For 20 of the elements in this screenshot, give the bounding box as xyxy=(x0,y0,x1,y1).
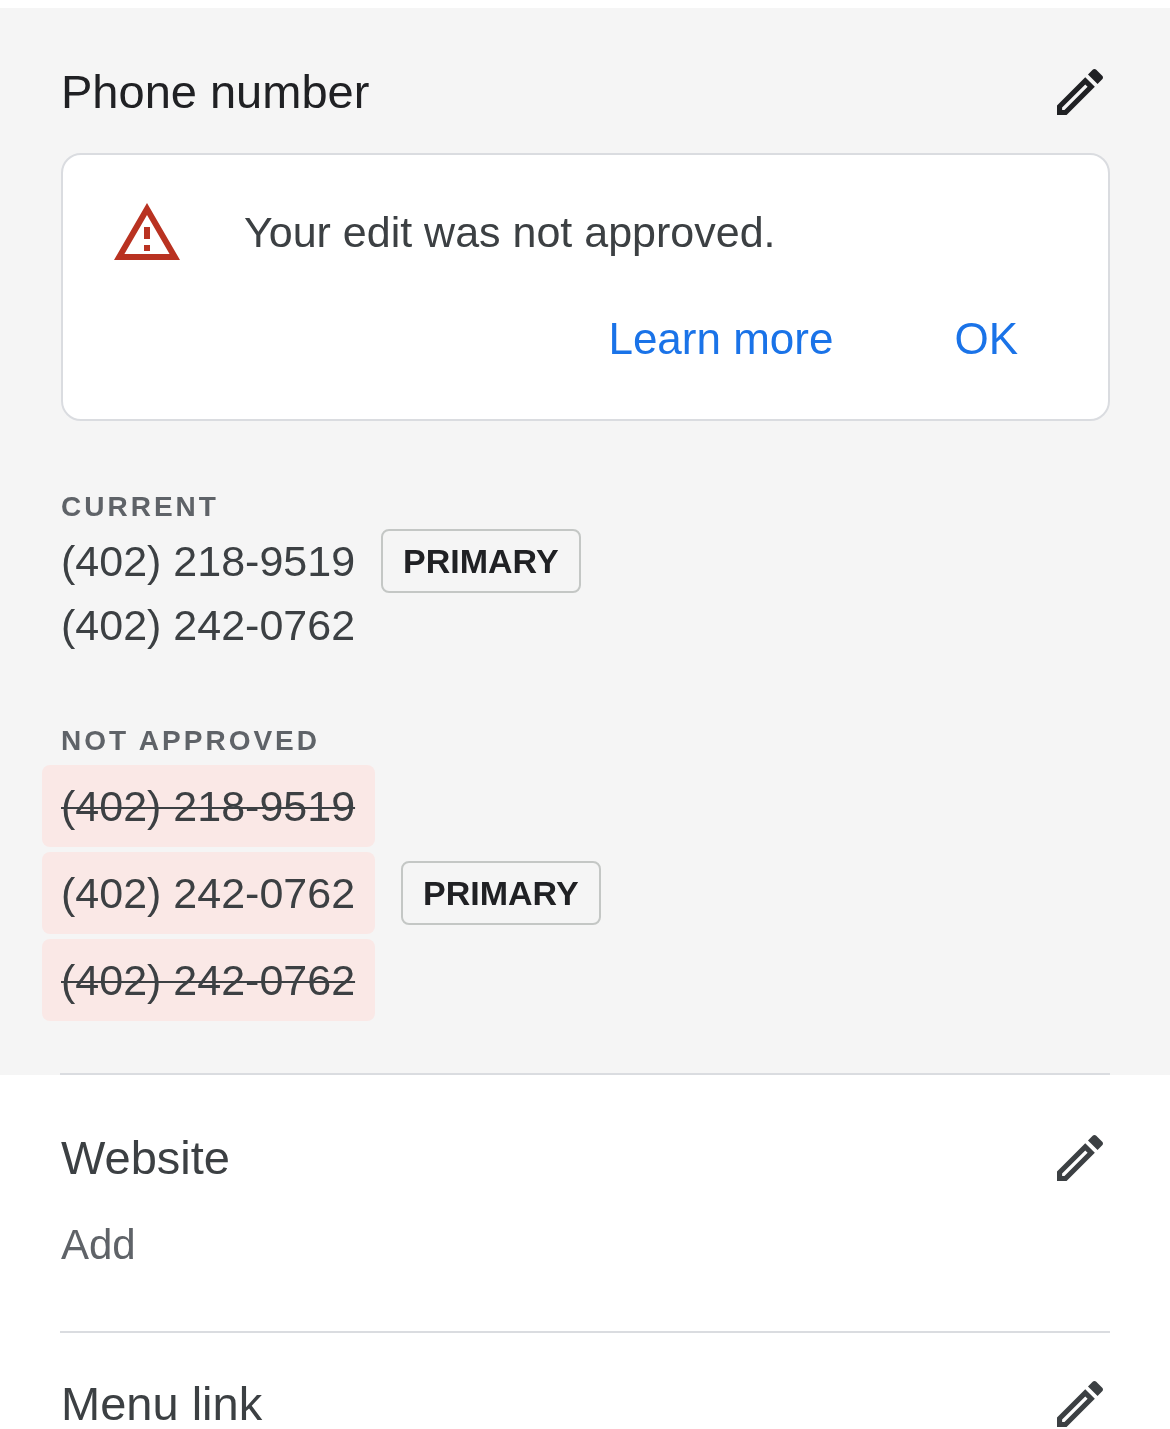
group-label: CURRENT xyxy=(61,490,219,524)
add-text: Add xyxy=(61,1221,136,1269)
group-label: NOT APPROVED xyxy=(61,724,320,758)
rejected-phone-number: (402) 218-9519 xyxy=(42,765,376,847)
phone-number: (402) 218-9519 xyxy=(61,537,356,585)
phone-number: (402) 242-0762 xyxy=(61,600,356,649)
ok-button[interactable]: OK xyxy=(954,315,1018,363)
pencil-icon[interactable] xyxy=(1057,69,1103,115)
notice-message: Your edit was not approved. xyxy=(244,207,776,256)
learn-more-link[interactable]: Learn more xyxy=(608,315,834,363)
rejected-phone-number: (402) 242-0762 xyxy=(42,852,376,934)
warning-icon xyxy=(114,203,180,260)
primary-badge: PRIMARY xyxy=(401,861,601,925)
section-title: Phone number xyxy=(61,68,370,116)
section-title: Menu link xyxy=(61,1380,263,1428)
rejected-phone-number: (402) 242-0762 xyxy=(42,939,376,1021)
pencil-icon[interactable] xyxy=(1057,1381,1103,1427)
primary-badge: PRIMARY xyxy=(381,529,581,593)
section-title: Website xyxy=(61,1134,230,1182)
pencil-icon[interactable] xyxy=(1057,1135,1103,1181)
